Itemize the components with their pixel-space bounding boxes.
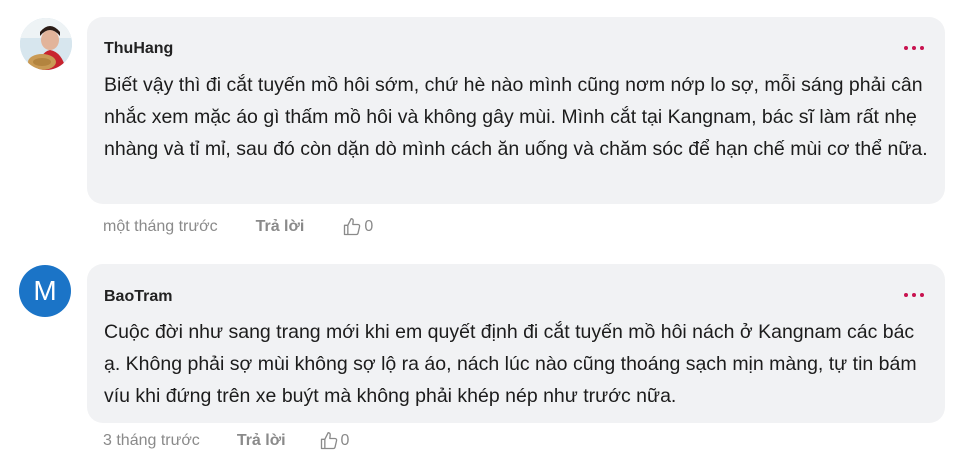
like-count: 0	[340, 432, 350, 449]
thumbs-up-icon	[344, 218, 361, 236]
comment-bubble: BaoTram Cuộc đời như sang trang mới khi …	[87, 264, 945, 423]
comment-author[interactable]: BaoTram	[104, 288, 172, 306]
comment-meta: một tháng trước Trả lời 0	[103, 217, 373, 237]
comment-text: Cuộc đời như sang trang mới khi em quyết…	[104, 321, 917, 407]
reply-button[interactable]: Trả lời	[237, 432, 286, 450]
like-button[interactable]: 0	[342, 217, 373, 237]
comment-time: 3 tháng trước	[103, 432, 200, 449]
comment-meta: 3 tháng trước Trả lời 0	[103, 431, 349, 451]
avatar[interactable]	[20, 18, 72, 70]
comment-bubble: ThuHang Biết vậy thì đi cắt tuyến mồ hôi…	[87, 17, 945, 204]
avatar-letter: M	[33, 275, 57, 306]
comment-text: Biết vậy thì đi cắt tuyến mồ hôi sớm, ch…	[104, 74, 928, 160]
thumbs-up-icon	[320, 432, 337, 450]
comment-time: một tháng trước	[103, 218, 218, 235]
reply-button[interactable]: Trả lời	[256, 218, 305, 236]
more-options-icon[interactable]	[904, 293, 924, 297]
avatar[interactable]: M	[19, 265, 71, 317]
like-button[interactable]: 0	[319, 431, 350, 451]
comment-author[interactable]: ThuHang	[104, 40, 173, 58]
more-options-icon[interactable]	[904, 46, 924, 50]
user-photo-icon	[20, 18, 72, 70]
like-count: 0	[364, 218, 374, 235]
